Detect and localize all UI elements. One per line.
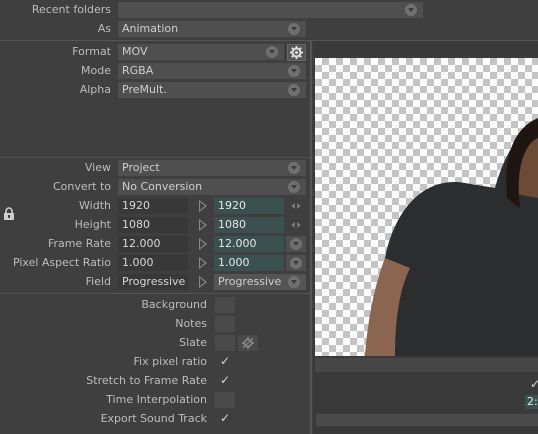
par-source-value: 1.000	[122, 256, 154, 269]
par-output-field[interactable]: 1.000	[214, 255, 284, 271]
mode-label: Mode	[81, 64, 111, 77]
time-interpolation-label: Time Interpolation	[106, 393, 207, 406]
fix-pixel-ratio-label: Fix pixel ratio	[133, 355, 207, 368]
stretch-to-frame-rate-checkbox[interactable]: ✓	[220, 373, 230, 387]
par-source-field[interactable]: 1.000	[118, 255, 188, 271]
timecode-value: 2:	[527, 395, 538, 408]
arrow-right-icon[interactable]	[199, 238, 207, 250]
as-dropdown[interactable]: Animation	[118, 21, 306, 37]
width-label: Width	[79, 199, 111, 212]
divider	[0, 157, 310, 158]
fix-pixel-ratio-checkbox[interactable]: ✓	[220, 354, 230, 368]
field-source-value: Progressive	[122, 275, 186, 288]
arrow-right-icon[interactable]	[199, 200, 207, 212]
field-source-field[interactable]: Progressive	[118, 274, 188, 290]
convert-to-dropdown[interactable]: No Conversion	[118, 179, 306, 195]
export-sound-track-checkbox[interactable]: ✓	[220, 411, 230, 425]
panel-splitter[interactable]	[310, 41, 312, 434]
arrow-right-icon[interactable]	[199, 219, 207, 231]
width-output-value: 1920	[218, 199, 246, 212]
chevron-down-icon	[288, 65, 300, 77]
as-value: Animation	[122, 22, 179, 35]
arrow-right-icon[interactable]	[199, 257, 207, 269]
timecode-field[interactable]: 2:	[525, 395, 538, 409]
height-source-value: 1080	[122, 218, 150, 231]
alpha-dropdown[interactable]: PreMult.	[118, 82, 306, 98]
slate-toggle[interactable]	[215, 335, 235, 351]
alpha-label: Alpha	[79, 83, 111, 96]
slate-settings-icon	[242, 337, 254, 349]
viewer-toolbar	[315, 358, 538, 372]
chevron-down-icon	[405, 4, 417, 16]
par-dropdown[interactable]	[286, 255, 306, 271]
chevron-down-icon	[288, 23, 300, 35]
left-right-arrows-icon[interactable]	[291, 221, 301, 229]
frame-rate-output-value: 12.000	[218, 237, 257, 250]
view-dropdown[interactable]: Project	[118, 160, 306, 176]
mode-dropdown[interactable]: RGBA	[118, 63, 306, 79]
format-dropdown[interactable]: MOV	[118, 44, 284, 60]
recent-folders-label: Recent folders	[31, 3, 111, 16]
field-label: Field	[85, 275, 111, 288]
chevron-down-icon	[288, 276, 300, 288]
height-source-field[interactable]: 1080	[118, 217, 188, 233]
background-label: Background	[141, 298, 207, 311]
stretch-to-frame-rate-label: Stretch to Frame Rate	[86, 374, 207, 387]
height-output-value: 1080	[218, 218, 246, 231]
preview-viewer	[315, 58, 538, 356]
view-value: Project	[122, 161, 160, 174]
format-label: Format	[72, 45, 111, 58]
format-settings-button[interactable]	[287, 44, 306, 61]
chevron-down-icon	[288, 162, 300, 174]
arrow-right-icon[interactable]	[199, 276, 207, 288]
frame-rate-label: Frame Rate	[48, 237, 111, 250]
field-output-value: Progressive	[218, 275, 282, 288]
width-source-value: 1920	[122, 199, 150, 212]
export-sound-track-label: Export Sound Track	[100, 412, 207, 425]
convert-to-value: No Conversion	[122, 180, 203, 193]
view-label: View	[84, 161, 111, 174]
par-output-value: 1.000	[218, 256, 250, 269]
height-label: Height	[74, 218, 111, 231]
chevron-down-icon	[290, 238, 302, 250]
as-label: As	[97, 22, 111, 35]
frame-rate-source-value: 12.000	[122, 237, 161, 250]
frame-rate-output-field[interactable]: 12.000	[214, 236, 284, 252]
pixel-aspect-ratio-label: Pixel Aspect Ratio	[12, 256, 111, 269]
height-output-field[interactable]: 1080	[214, 217, 284, 233]
slate-settings-button[interactable]	[238, 335, 258, 351]
gear-icon	[290, 46, 303, 59]
convert-to-label: Convert to	[52, 180, 111, 193]
check-icon[interactable]: ✓	[530, 377, 538, 391]
mode-value: RGBA	[122, 64, 154, 77]
frame-rate-source-field[interactable]: 12.000	[118, 236, 188, 252]
chevron-down-icon	[288, 84, 300, 96]
width-source-field[interactable]: 1920	[118, 198, 188, 214]
recent-folders-dropdown[interactable]	[118, 2, 423, 18]
width-output-field[interactable]: 1920	[214, 198, 284, 214]
slate-label: Slate	[179, 336, 207, 349]
left-right-arrows-icon[interactable]	[291, 202, 301, 210]
frame-rate-dropdown[interactable]	[286, 236, 306, 252]
preview-figure-image	[365, 118, 538, 356]
chevron-down-icon	[266, 46, 278, 58]
background-swatch[interactable]	[215, 297, 235, 313]
chevron-down-icon	[290, 257, 302, 269]
divider	[0, 293, 310, 294]
viewer-scrollbar[interactable]	[316, 414, 538, 426]
notes-toggle[interactable]	[215, 316, 235, 332]
chevron-down-icon	[288, 181, 300, 193]
time-interpolation-checkbox[interactable]	[215, 392, 235, 408]
notes-label: Notes	[175, 317, 207, 330]
field-output-dropdown[interactable]: Progressive	[214, 274, 306, 290]
format-value: MOV	[122, 45, 148, 58]
alpha-value: PreMult.	[122, 83, 167, 96]
